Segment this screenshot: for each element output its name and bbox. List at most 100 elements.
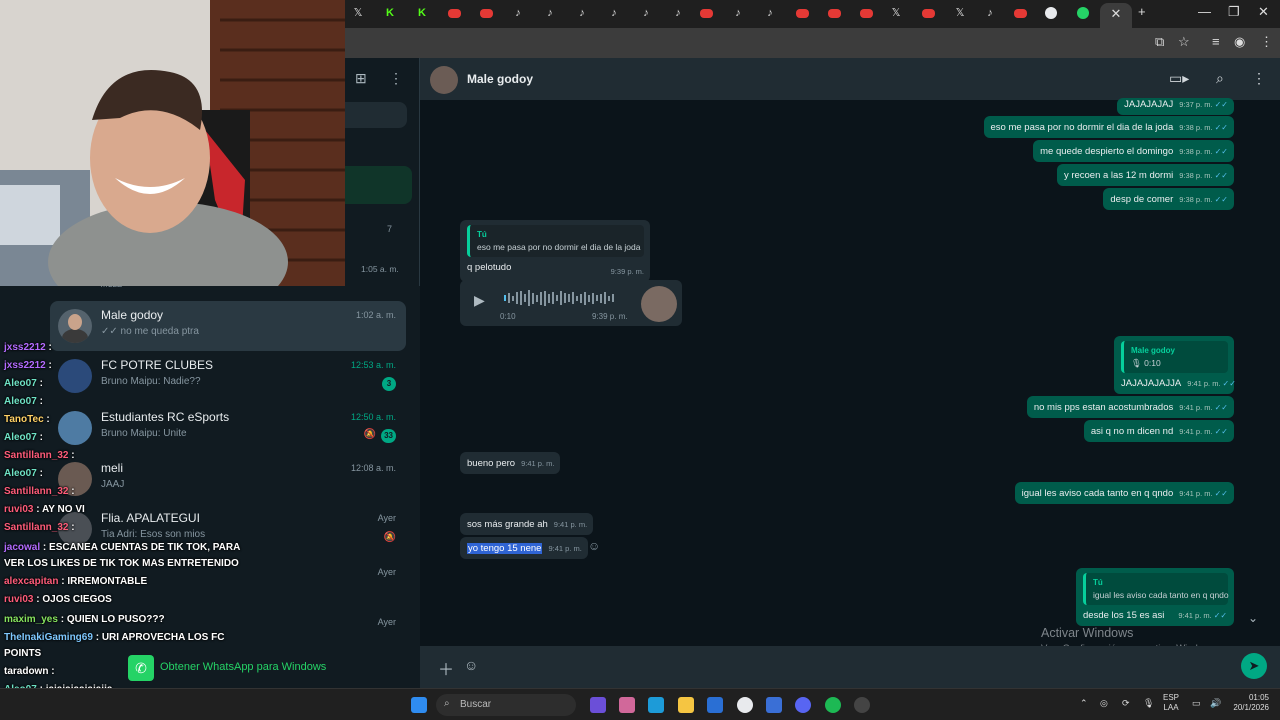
- mic-icon[interactable]: 🎙: [1143, 698, 1154, 709]
- youtube-tab-icon[interactable]: [480, 9, 493, 18]
- emoji-react-icon[interactable]: ☺: [588, 539, 600, 553]
- youtube-tab-icon[interactable]: [700, 9, 713, 18]
- media-control-icon[interactable]: ≡: [1212, 34, 1220, 49]
- search-input[interactable]: [345, 102, 407, 128]
- search-icon[interactable]: ⌕: [1216, 70, 1224, 87]
- tiktok-tab-icon[interactable]: ♪: [512, 7, 524, 19]
- message-out[interactable]: y recoen a las 12 m dormi 9:38 p. m. ✓✓: [1056, 164, 1234, 186]
- profile-icon[interactable]: ◉: [1234, 34, 1245, 50]
- clock[interactable]: 01:05 20/1/2026: [1219, 693, 1269, 713]
- new-tab-button[interactable]: +: [1138, 4, 1146, 19]
- message-in-selected[interactable]: yo tengo 15 nene 9:41 p. m.: [460, 537, 588, 559]
- message-out-reply[interactable]: Tú igual les aviso cada tanto en q qndo d…: [1076, 568, 1234, 626]
- stream-chat-username: jxss2212: [4, 360, 46, 371]
- window-close-button[interactable]: ✕: [1258, 4, 1269, 20]
- sticker-icon[interactable]: ☺: [464, 657, 478, 673]
- x-tab-icon[interactable]: 𝕏: [352, 7, 364, 19]
- install-app-icon[interactable]: ⧉: [1155, 34, 1164, 50]
- stream-chat-message: jacowal : ESCANEA CUENTAS DE TIK TOK, PA…: [4, 542, 241, 553]
- message-in[interactable]: bueno pero 9:41 p. m.: [460, 452, 561, 474]
- tiktok-tab-icon[interactable]: ♪: [608, 7, 620, 19]
- tiktok-tab-icon[interactable]: ♪: [640, 7, 652, 19]
- new-chat-icon[interactable]: ⊞: [355, 70, 367, 87]
- waveform[interactable]: [504, 290, 624, 306]
- teams-icon[interactable]: [590, 697, 606, 713]
- message-out[interactable]: asi q no m dicen nd 9:41 p. m. ✓✓: [1083, 420, 1234, 442]
- message-in-reply[interactable]: Tú eso me pasa por no dormir el dia de la…: [460, 220, 650, 282]
- tiktok-tab-icon[interactable]: ♪: [764, 7, 776, 19]
- network-icon[interactable]: ◎: [1100, 698, 1108, 709]
- youtube-tab-icon[interactable]: [828, 9, 841, 18]
- menu-icon[interactable]: ⋮: [389, 70, 403, 87]
- message-out[interactable]: JAJAJAJAJ 9:37 p. m. ✓✓: [1117, 98, 1234, 115]
- message-out[interactable]: igual les aviso cada tanto en q qndo 9:41…: [1014, 482, 1234, 504]
- chat-header[interactable]: Male godoy ▭▸ ⌕ ⋮: [420, 58, 1280, 100]
- outlook-icon[interactable]: [766, 697, 782, 713]
- minimize-button[interactable]: —: [1198, 4, 1211, 19]
- stream-chat-username: jxss2212: [4, 342, 46, 353]
- selected-text[interactable]: yo tengo 15 nene: [467, 543, 543, 554]
- kick-tab-icon[interactable]: K: [384, 7, 396, 19]
- stream-chat-text: VER LOS LIKES DE TIK TOK MAS ENTRETENIDO: [4, 558, 239, 569]
- x-tab-icon[interactable]: 𝕏: [954, 7, 966, 19]
- quoted-message[interactable]: Male godoy 🎙 0:10: [1121, 341, 1228, 373]
- message-out[interactable]: eso me pasa por no dormir el dia de la j…: [983, 116, 1234, 138]
- obs-icon[interactable]: [854, 697, 870, 713]
- store-icon[interactable]: [707, 697, 723, 713]
- language-indicator[interactable]: ESP LAA: [1163, 693, 1179, 713]
- discord-icon[interactable]: [795, 697, 811, 713]
- notification-banner[interactable]: [345, 166, 412, 204]
- tiktok-tab-icon[interactable]: ♪: [984, 7, 996, 19]
- kick-tab-icon[interactable]: K: [416, 7, 428, 19]
- edge-icon[interactable]: [648, 697, 664, 713]
- stream-chat-message: jxss2212 :: [4, 342, 52, 353]
- scroll-down-icon[interactable]: ⌄: [1248, 611, 1258, 625]
- message-out[interactable]: no mis pps estan acostumbrados 9:41 p. m.…: [1026, 396, 1234, 418]
- message-out-reply[interactable]: Male godoy 🎙 0:10 JAJAJAJAJJA 9:41 p. m. ✓✓: [1114, 336, 1236, 394]
- attach-plus-icon[interactable]: ＋: [438, 656, 454, 680]
- video-call-icon[interactable]: ▭▸: [1169, 70, 1189, 87]
- youtube-tab-icon[interactable]: [860, 9, 873, 18]
- tray-chevron-icon[interactable]: ⌃: [1080, 698, 1088, 709]
- browser-menu-icon[interactable]: ⋮: [1260, 34, 1273, 50]
- chrome-icon[interactable]: [737, 697, 753, 713]
- youtube-tab-icon[interactable]: [922, 9, 935, 18]
- stream-chat-message: Aleo07 :: [4, 468, 43, 479]
- google-tab-icon[interactable]: [1045, 7, 1057, 19]
- copilot-icon[interactable]: [619, 697, 635, 713]
- message-input[interactable]: [484, 652, 1234, 682]
- close-tab-icon[interactable]: ✕: [1111, 6, 1122, 21]
- tiktok-tab-icon[interactable]: ♪: [576, 7, 588, 19]
- voice-message[interactable]: ▶ 0:10 9:39 p. m.: [460, 280, 682, 326]
- start-icon[interactable]: [411, 697, 427, 713]
- tiktok-tab-icon[interactable]: ♪: [732, 7, 744, 19]
- spotify-icon[interactable]: [825, 697, 841, 713]
- tiktok-tab-icon[interactable]: ♪: [544, 7, 556, 19]
- stream-chat-text: OJOS CIEGOS: [42, 594, 112, 605]
- monitor-icon[interactable]: ▭: [1192, 698, 1201, 709]
- whatsapp-tab-icon[interactable]: [1077, 7, 1089, 19]
- taskbar-search[interactable]: ⌕ Buscar: [436, 694, 576, 716]
- quoted-message[interactable]: Tú eso me pasa por no dormir el dia de la…: [467, 225, 644, 257]
- file-explorer-icon[interactable]: [678, 697, 694, 713]
- tiktok-tab-icon[interactable]: ♪: [672, 7, 684, 19]
- message-composer[interactable]: ＋ ☺ ➤: [420, 646, 1280, 688]
- active-tab[interactable]: ✕: [1100, 3, 1132, 28]
- quoted-message[interactable]: Tú igual les aviso cada tanto en q qndo: [1083, 573, 1229, 605]
- x-tab-icon[interactable]: 𝕏: [890, 7, 902, 19]
- message-out[interactable]: me quede despierto el domingo 9:38 p. m. ✓…: [1033, 140, 1234, 162]
- youtube-tab-icon[interactable]: [1014, 9, 1027, 18]
- maximize-button[interactable]: ❐: [1228, 4, 1240, 20]
- chat-menu-icon[interactable]: ⋮: [1252, 70, 1266, 87]
- youtube-tab-icon[interactable]: [796, 9, 809, 18]
- play-icon[interactable]: ▶: [474, 292, 485, 309]
- contact-avatar[interactable]: [430, 66, 458, 94]
- get-whatsapp-label[interactable]: Obtener WhatsApp para Windows: [160, 661, 326, 673]
- message-out[interactable]: desp de comer 9:38 p. m. ✓✓: [1103, 188, 1234, 210]
- bookmark-star-icon[interactable]: ☆: [1178, 34, 1190, 50]
- contact-name[interactable]: Male godoy: [467, 72, 533, 86]
- sync-icon[interactable]: ⟳: [1122, 698, 1130, 709]
- message-in[interactable]: sos más grande ah 9:41 p. m.: [460, 513, 594, 535]
- send-button[interactable]: ➤: [1241, 653, 1267, 679]
- youtube-tab-icon[interactable]: [448, 9, 461, 18]
